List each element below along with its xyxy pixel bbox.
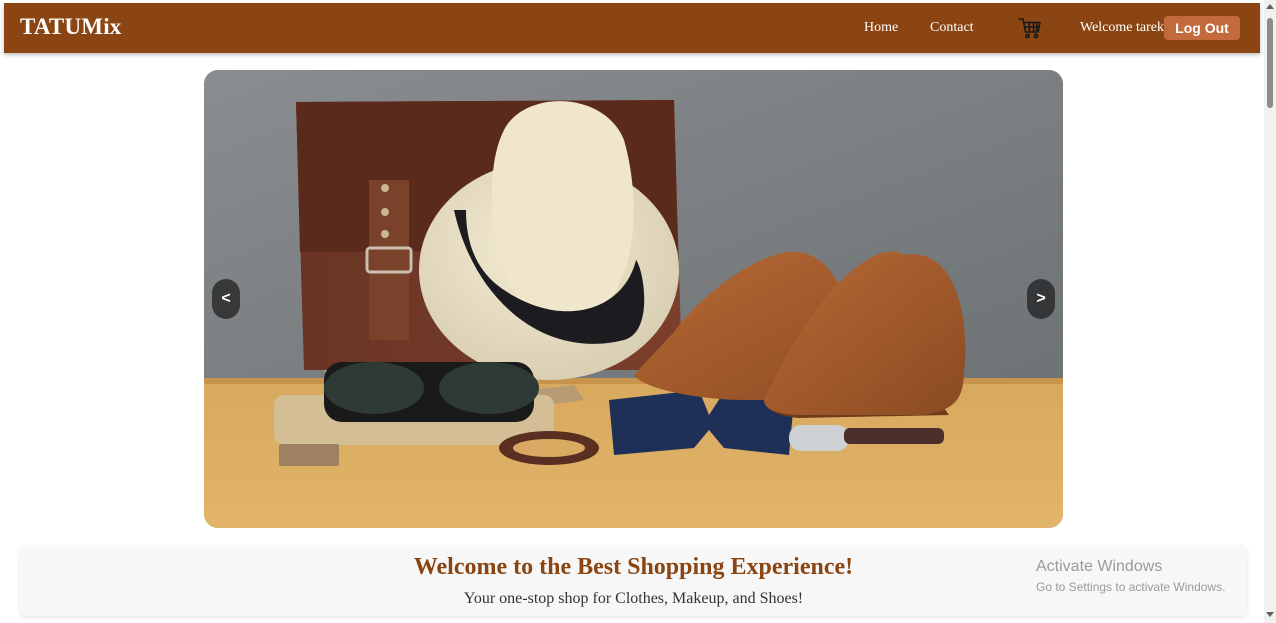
brand-logo[interactable]: TATUMix <box>20 14 122 40</box>
activate-windows-subtitle: Go to Settings to activate Windows. <box>1036 580 1226 594</box>
logout-button[interactable]: Log Out <box>1164 16 1240 40</box>
welcome-text: Welcome tarek <box>1080 20 1164 35</box>
scroll-up-icon[interactable] <box>1266 4 1274 9</box>
navbar: TATUMix Home Contact Welcome tarek Log O… <box>4 3 1260 53</box>
hero-carousel: < > <box>204 70 1063 528</box>
carousel-slide-image <box>204 70 1063 528</box>
carousel-prev-button[interactable]: < <box>212 279 240 319</box>
cart-icon[interactable] <box>1018 16 1042 40</box>
scroll-down-icon[interactable] <box>1266 612 1274 617</box>
scroll-thumb[interactable] <box>1267 18 1273 108</box>
activate-windows-title: Activate Windows <box>1036 558 1163 575</box>
carousel-next-button[interactable]: > <box>1027 279 1055 319</box>
nav-link-home[interactable]: Home <box>864 20 898 36</box>
activate-windows-watermark: Activate Windows Go to Settings to activ… <box>1036 558 1225 594</box>
nav-link-contact[interactable]: Contact <box>930 20 974 36</box>
page-scrollbar[interactable] <box>1264 0 1276 623</box>
